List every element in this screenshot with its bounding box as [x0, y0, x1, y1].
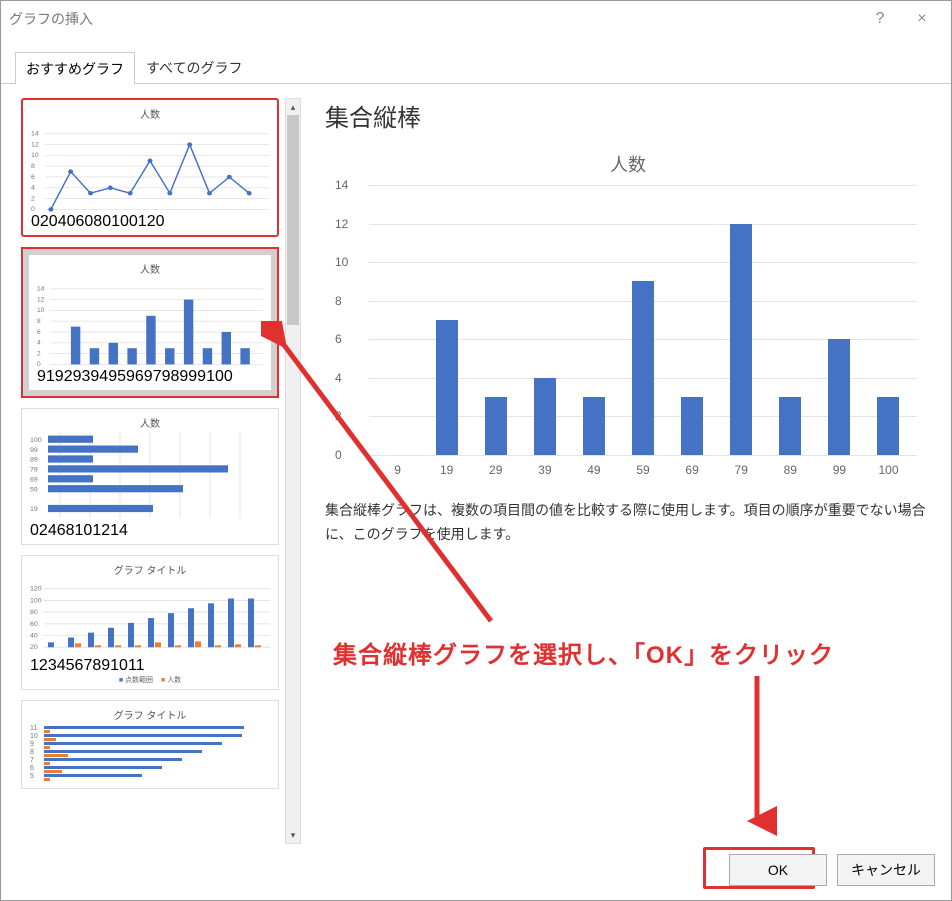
svg-text:12: 12 [37, 297, 45, 304]
chart-title: 人数 [329, 151, 927, 177]
svg-text:100: 100 [30, 437, 42, 444]
svg-text:4: 4 [37, 340, 41, 347]
svg-text:100: 100 [30, 597, 42, 604]
chart-type-name: 集合縦棒 [325, 98, 931, 133]
help-button[interactable]: ? [859, 4, 901, 34]
tab-recommended[interactable]: おすすめグラフ [15, 52, 135, 84]
svg-text:12: 12 [31, 142, 39, 149]
svg-text:120: 120 [30, 586, 42, 593]
cancel-button[interactable]: キャンセル [837, 854, 935, 886]
svg-text:11: 11 [30, 725, 37, 732]
thumb-multi-series-bar[interactable]: グラフ タイトル 12010080604020 1234567891011 点数… [21, 555, 279, 690]
svg-text:14: 14 [31, 131, 39, 138]
thumb-horizontal-bar[interactable]: 人数 100998979695919 02468101214 [21, 408, 279, 545]
svg-text:14: 14 [37, 286, 45, 293]
chart-thumbnail-list: 人数 14121086420 020406080100120 人数 [21, 98, 279, 844]
svg-text:69: 69 [30, 477, 38, 484]
thumb-title: グラフ タイトル [30, 707, 270, 722]
thumbnail-scrollbar[interactable]: ▴ ▾ [285, 98, 301, 844]
thumb-line-chart[interactable]: 人数 14121086420 020406080100120 [21, 98, 279, 237]
svg-text:7: 7 [30, 757, 34, 764]
svg-text:6: 6 [31, 174, 35, 181]
svg-text:10: 10 [30, 733, 38, 740]
svg-text:59: 59 [30, 487, 38, 494]
svg-text:79: 79 [30, 467, 38, 474]
thumb-title: グラフ タイトル [30, 562, 270, 577]
svg-text:6: 6 [37, 329, 41, 336]
ok-button[interactable]: OK [729, 854, 827, 886]
svg-text:5: 5 [30, 773, 34, 780]
svg-text:6: 6 [30, 765, 34, 772]
svg-text:10: 10 [37, 307, 45, 314]
thumb-multi-series-hbar[interactable]: グラフ タイトル 111098765 [21, 700, 279, 789]
svg-text:60: 60 [30, 621, 38, 628]
svg-text:99: 99 [30, 447, 38, 454]
svg-text:9: 9 [30, 741, 34, 748]
annotation-text: 集合縦棒グラフを選択し、「OK」をクリック [333, 635, 834, 670]
thumb-title: 人数 [30, 415, 270, 430]
svg-text:0: 0 [31, 206, 35, 213]
svg-text:80: 80 [30, 609, 38, 616]
thumb-title: 人数 [37, 261, 263, 276]
window-title: グラフの挿入 [9, 9, 93, 29]
dialog-button-row: OK キャンセル [729, 854, 935, 886]
svg-text:8: 8 [31, 163, 35, 170]
scroll-down-icon[interactable]: ▾ [286, 827, 300, 843]
svg-text:20: 20 [30, 644, 38, 651]
svg-text:8: 8 [37, 318, 41, 325]
svg-text:10: 10 [31, 152, 39, 159]
close-button[interactable]: × [901, 4, 943, 34]
titlebar: グラフの挿入 ? × [1, 1, 951, 37]
tab-all[interactable]: すべてのグラフ [135, 51, 253, 83]
svg-text:4: 4 [31, 185, 35, 192]
thumb-clustered-bar-selected[interactable]: 人数 14121086420 9192939495969798999100 [21, 247, 279, 398]
chart-description: 集合縦棒グラフは、複数の項目間の値を比較する際に使用します。項目の順序が重要でな… [325, 499, 931, 547]
tab-bar: おすすめグラフ すべてのグラフ [1, 51, 951, 84]
svg-text:19: 19 [30, 506, 38, 513]
scrollbar-thumb[interactable] [287, 115, 299, 325]
svg-text:40: 40 [30, 633, 38, 640]
svg-text:8: 8 [30, 749, 34, 756]
chart-preview: 人数 024681012149192939495969798999100 [325, 141, 931, 481]
svg-text:2: 2 [37, 351, 41, 358]
svg-text:0: 0 [37, 361, 41, 368]
svg-text:2: 2 [31, 196, 35, 203]
scroll-up-icon[interactable]: ▴ [286, 99, 300, 115]
svg-text:89: 89 [30, 457, 38, 464]
thumb-title: 人数 [31, 106, 269, 121]
